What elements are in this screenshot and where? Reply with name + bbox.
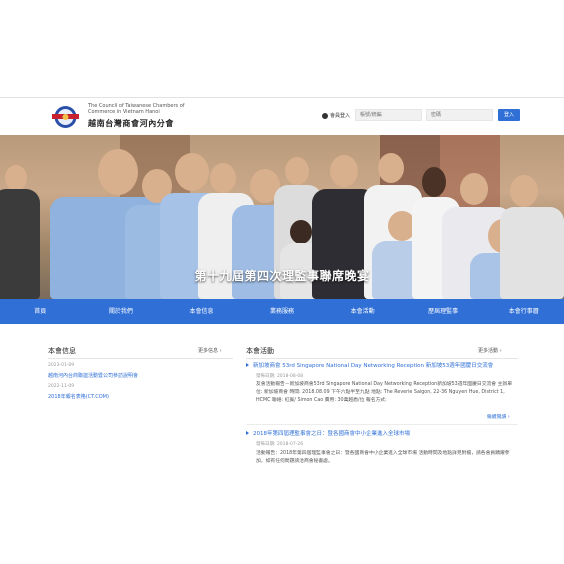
divider [246, 358, 518, 359]
news-more-link[interactable]: 更多信息 › [198, 347, 222, 354]
nav-item-services[interactable]: 業務服務 [242, 299, 323, 324]
account-input[interactable] [355, 109, 422, 121]
news-link[interactable]: 2018年報名表格(CT.COM) [48, 393, 109, 400]
triangle-bullet-icon [246, 431, 249, 435]
news-date: 2023-01-09 [48, 363, 75, 368]
banner-caption: 第十九屆第四次理監事聯席晚宴 [194, 269, 370, 283]
site-header: The Council of Taiwanese Chambers of Com… [0, 97, 564, 135]
login-area: 會員登入 [322, 112, 350, 119]
brand-english-name: The Council of Taiwanese Chambers of Com… [88, 103, 185, 115]
read-more-link[interactable]: 繼續閱讀 › [487, 413, 510, 420]
activity-date: 發佈日期: 2018-07-26 [256, 442, 304, 447]
activity-heading[interactable]: 新加坡商會 53rd Singapore National Day Networ… [253, 361, 519, 369]
activity-summary: 友會活動報告－新加坡商會53rd Singapore National Day … [256, 382, 513, 403]
activities-section-title: 本會活動 [246, 347, 274, 355]
main-nav: 首頁 關於我們 本會信息 業務服務 本會活動 歷屆理監事 本會行事曆 [0, 299, 564, 324]
news-section-title: 本會信息 [48, 347, 76, 355]
activity-summary: 活動報告：2018年第四屆理監事會之日：暨各國商會中小企業進入全球市場 活動時間… [256, 451, 510, 464]
chamber-logo-icon[interactable] [51, 105, 80, 129]
password-input[interactable] [426, 109, 493, 121]
divider [246, 424, 518, 425]
activity-date: 發佈日期: 2018-08-08 [256, 374, 304, 379]
user-icon [322, 112, 328, 119]
brand-chinese-name: 越南台灣商會河內分會 [88, 119, 174, 128]
news-link[interactable]: 越南河內台商聯誼活動暨公司參訪說明會 [48, 372, 138, 379]
activities-more-link[interactable]: 更多活動 › [478, 347, 502, 354]
login-button[interactable]: 登入 [498, 109, 520, 121]
nav-item-calendar[interactable]: 本會行事曆 [483, 299, 564, 324]
hero-banner: 第十九屆第四次理監事聯席晚宴 [0, 135, 564, 299]
nav-item-activities[interactable]: 本會活動 [322, 299, 403, 324]
nav-item-about[interactable]: 關於我們 [81, 299, 162, 324]
news-date: 2022-11-09 [48, 384, 75, 389]
nav-item-news[interactable]: 本會信息 [161, 299, 242, 324]
divider [48, 358, 233, 359]
login-label: 會員登入 [330, 113, 351, 119]
nav-item-home[interactable]: 首頁 [0, 299, 81, 324]
nav-item-past-directors[interactable]: 歷屆理監事 [403, 299, 484, 324]
triangle-bullet-icon [246, 363, 249, 367]
activity-heading[interactable]: 2018年第四屆理監事會之日：暨各國商會中小企業進入全球市場 [253, 429, 519, 437]
